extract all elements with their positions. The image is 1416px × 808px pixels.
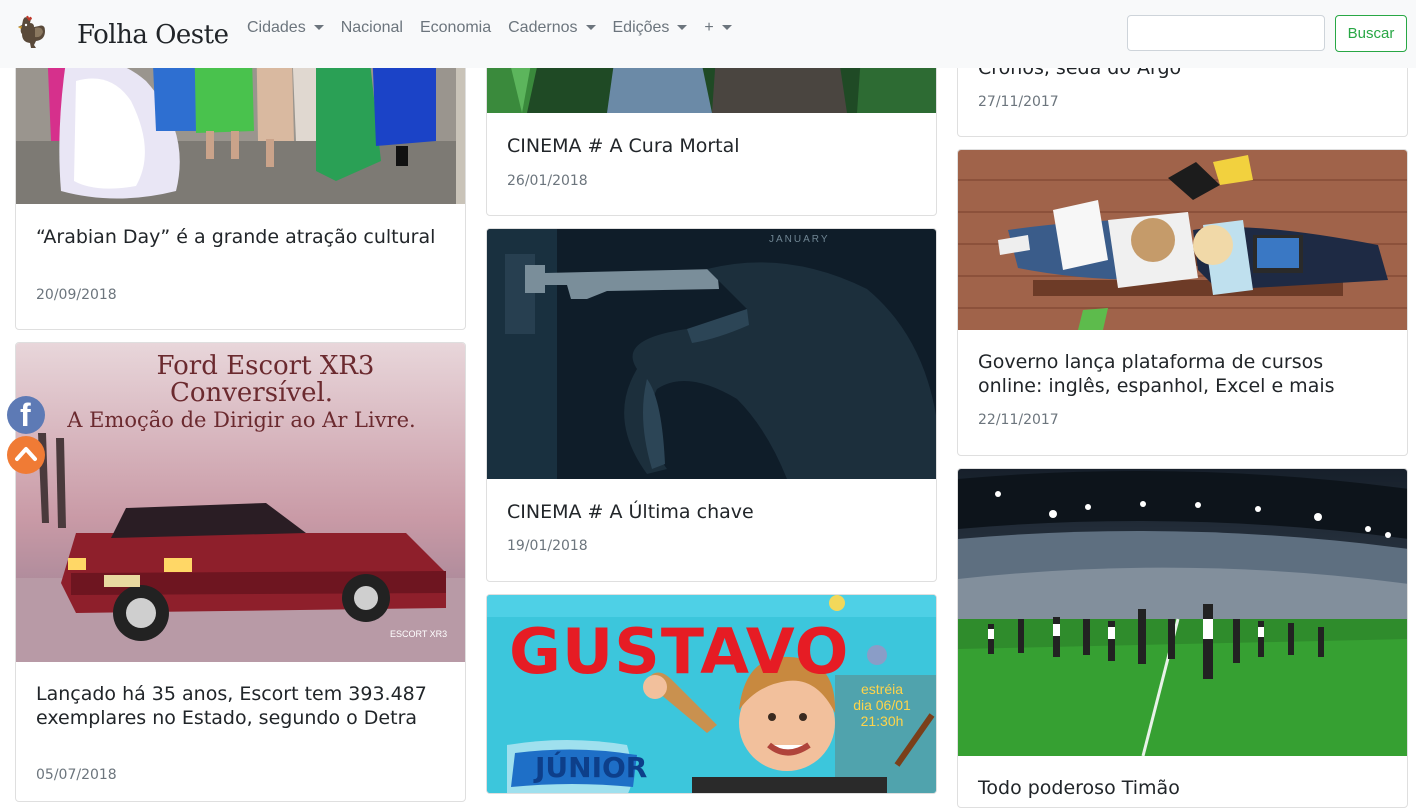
gustavo-poster[interactable]: GUSTAVO JÚNIOR estréia dia 06/01 21:30h bbox=[487, 595, 936, 793]
ultima-chave-photo[interactable]: JANUARY bbox=[487, 229, 936, 479]
search-button[interactable]: Buscar bbox=[1335, 15, 1407, 52]
card-title[interactable]: CINEMA # A Cura Mortal bbox=[507, 134, 916, 158]
card-date: 19/01/2018 bbox=[507, 538, 588, 554]
nav-label: Economia bbox=[419, 19, 492, 36]
back-to-top-button[interactable] bbox=[7, 436, 45, 474]
ad-line: A Emoção de Dirigir ao Ar Livre. bbox=[67, 408, 416, 432]
poster-headline: GUSTAVO bbox=[509, 615, 850, 688]
news-card[interactable]: Governo lança plataforma de cursos onlin… bbox=[957, 149, 1408, 456]
chevron-up-icon bbox=[15, 447, 37, 461]
news-card[interactable]: GUSTAVO JÚNIOR estréia dia 06/01 21:30h bbox=[486, 594, 937, 794]
nav-edicoes[interactable]: Edições bbox=[613, 17, 688, 39]
poster-subheadline: JÚNIOR bbox=[535, 751, 648, 784]
card-title[interactable]: CINEMA # A Última chave bbox=[507, 500, 916, 524]
poster-badge-line: estréia bbox=[860, 681, 904, 697]
nav-label: + bbox=[704, 19, 714, 36]
card-date: 26/01/2018 bbox=[507, 173, 588, 189]
facebook-icon: f bbox=[20, 397, 31, 433]
card-title[interactable]: Lançado há 35 anos, Escort tem 393.487 e… bbox=[36, 682, 445, 730]
poster-badge: estréia dia 06/01 21:30h bbox=[849, 681, 915, 729]
ad-line: Ford Escort XR3 bbox=[156, 351, 375, 381]
news-card[interactable]: Todo poderoso Timão bbox=[957, 468, 1408, 808]
caret-down-icon bbox=[313, 24, 324, 30]
poster-caption: JANUARY bbox=[769, 234, 830, 245]
card-date: 22/11/2017 bbox=[978, 412, 1059, 428]
nav-cadernos[interactable]: Cadernos bbox=[508, 17, 596, 39]
nav-cidades[interactable]: Cidades bbox=[247, 17, 324, 39]
ad-headline: Ford Escort XR3 Conversível. A Emoção de… bbox=[16, 351, 465, 435]
rooster-logo-icon[interactable] bbox=[14, 14, 48, 50]
card-date: 05/07/2018 bbox=[36, 767, 117, 783]
stadium-photo[interactable] bbox=[958, 469, 1407, 756]
nav-label: Cidades bbox=[247, 19, 306, 36]
nav-nacional[interactable]: Nacional bbox=[341, 17, 403, 39]
card-date: 27/11/2017 bbox=[978, 94, 1059, 110]
main-menu: Cidades Nacional Economia Cadernos Ediçõ… bbox=[247, 17, 749, 39]
search-input[interactable] bbox=[1127, 15, 1325, 51]
nav-economia[interactable]: Economia bbox=[420, 17, 491, 39]
ad-line: Conversível. bbox=[169, 378, 334, 408]
top-navbar: Folha Oeste Cidades Nacional Economia Ca… bbox=[0, 0, 1416, 68]
poster-badge-line: dia 06/01 bbox=[853, 697, 911, 713]
svg-text:ESCORT XR3: ESCORT XR3 bbox=[390, 629, 447, 639]
nav-label: Cadernos bbox=[508, 19, 578, 36]
nav-more[interactable]: + bbox=[704, 17, 732, 39]
news-card[interactable]: JANUARY CINEMA # A Última chave 19/01/20… bbox=[486, 228, 937, 582]
escort-ad-photo[interactable]: ESCORT XR3 Ford Escort XR3 Conversível. … bbox=[16, 343, 465, 662]
students-photo[interactable] bbox=[958, 150, 1407, 330]
card-title[interactable]: Governo lança plataforma de cursos onlin… bbox=[978, 350, 1387, 398]
news-card[interactable]: ESCORT XR3 Ford Escort XR3 Conversível. … bbox=[15, 342, 466, 802]
card-title[interactable]: Todo poderoso Timão bbox=[978, 776, 1387, 800]
nav-label: Edições bbox=[612, 19, 670, 36]
facebook-share-button[interactable]: f bbox=[7, 396, 45, 434]
card-date: 20/09/2018 bbox=[36, 287, 117, 303]
poster-badge-line: 21:30h bbox=[860, 713, 904, 729]
site-brand[interactable]: Folha Oeste bbox=[77, 20, 229, 50]
caret-down-icon bbox=[585, 24, 596, 30]
card-title[interactable]: “Arabian Day” é a grande atração cultura… bbox=[36, 225, 445, 249]
caret-down-icon bbox=[677, 24, 688, 30]
caret-down-icon bbox=[721, 24, 732, 30]
nav-label: Nacional bbox=[340, 19, 403, 36]
